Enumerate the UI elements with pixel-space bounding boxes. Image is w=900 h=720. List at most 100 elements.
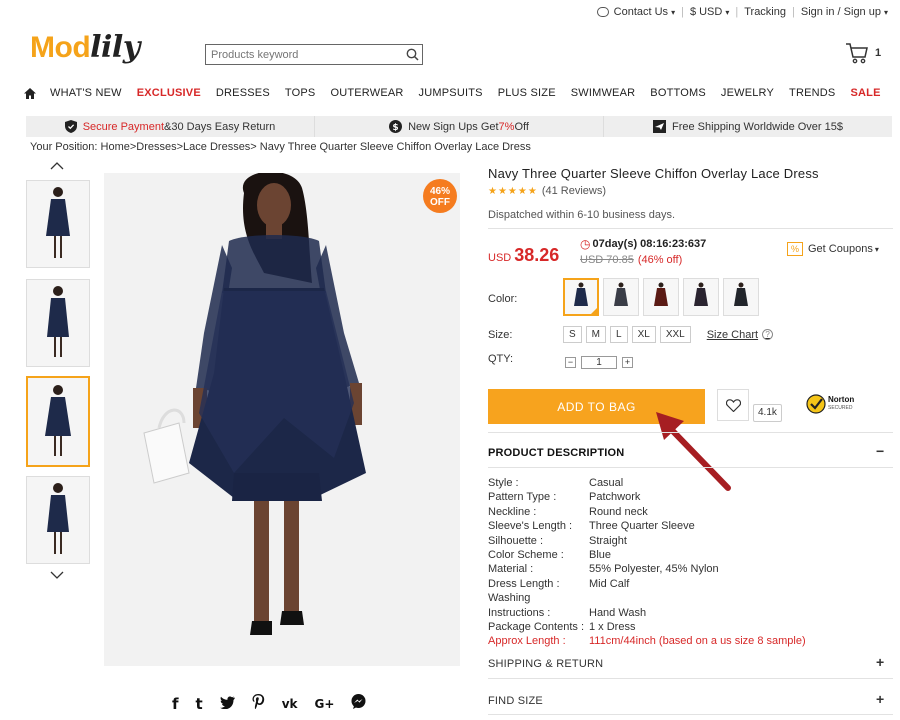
- product-rating[interactable]: ★★★★★ (41 Reviews): [488, 185, 606, 197]
- currency-selector[interactable]: $ USD: [690, 6, 722, 18]
- product-description-heading[interactable]: PRODUCT DESCRIPTION: [488, 447, 624, 459]
- spec-row-approx-length: Approx Length : 111cm/44inch (based on a …: [488, 634, 806, 648]
- reviews-count[interactable]: (41 Reviews): [542, 185, 606, 197]
- find-size-section[interactable]: FIND SIZE: [488, 695, 543, 707]
- search-icon[interactable]: [402, 45, 422, 64]
- spec-row: Sleeve's Length : Three Quarter Sleeve: [488, 519, 806, 533]
- product-thumbnail-1[interactable]: [26, 180, 90, 268]
- product-thumbnail-4[interactable]: [26, 476, 90, 564]
- breadcrumb[interactable]: Your Position: Home>Dresses>Lace Dresses…: [30, 141, 531, 153]
- nav-whats-new[interactable]: WHAT'S NEW: [50, 87, 122, 99]
- color-swatch-dark-purple[interactable]: [683, 278, 719, 316]
- logo-text-lily: lily: [90, 30, 140, 65]
- quantity-stepper: − 1 +: [565, 356, 633, 369]
- spec-value: Casual: [589, 477, 624, 489]
- qty-input[interactable]: 1: [581, 356, 617, 369]
- messenger-icon[interactable]: [351, 694, 366, 713]
- discount-text: (46% off): [637, 254, 683, 266]
- product-thumbnail-2[interactable]: [26, 279, 90, 367]
- nav-bottoms[interactable]: BOTTOMS: [650, 87, 706, 99]
- size-option-xl[interactable]: XL: [631, 326, 656, 343]
- size-option-xxl[interactable]: XXL: [659, 326, 691, 343]
- qty-label: QTY:: [488, 353, 514, 365]
- nav-exclusive[interactable]: EXCLUSIVE: [137, 87, 201, 99]
- size-option-m[interactable]: M: [585, 326, 607, 343]
- expand-icon[interactable]: +: [876, 654, 884, 670]
- color-swatch-black[interactable]: [723, 278, 759, 316]
- discount-badge-off: OFF: [430, 197, 450, 208]
- rating-stars: ★★★★★: [488, 185, 538, 197]
- promo-signup[interactable]: $ New Sign Ups Get 7% Off: [315, 116, 604, 137]
- pinterest-icon[interactable]: [252, 694, 265, 713]
- price-currency: USD: [488, 252, 512, 264]
- spec-row: Silhouette : Straight: [488, 534, 806, 548]
- norton-check-icon: [806, 394, 826, 414]
- color-swatches: [563, 278, 763, 316]
- spec-key: Color Scheme :: [488, 548, 564, 561]
- thumbnail-scroll-down[interactable]: [48, 571, 66, 583]
- spec-value: 1 x Dress: [589, 620, 636, 633]
- size-chart-label: Size Chart: [706, 328, 759, 341]
- spec-value: 111cm/44inch (based on a us size 8 sampl…: [589, 635, 806, 648]
- promo-signup-pct: 7%: [498, 120, 515, 133]
- expand-icon[interactable]: +: [876, 691, 884, 707]
- get-coupons-button[interactable]: % Get Coupons ▾: [787, 242, 879, 256]
- clock-icon: ◷: [580, 237, 591, 251]
- color-swatch-wine[interactable]: [643, 278, 679, 316]
- nav-plus-size[interactable]: PLUS SIZE: [498, 87, 556, 99]
- spec-row: Color Scheme : Blue: [488, 548, 806, 562]
- google-plus-icon[interactable]: G+: [315, 697, 335, 711]
- divider: |: [681, 6, 684, 18]
- nav-swimwear[interactable]: SWIMWEAR: [571, 87, 636, 99]
- promo-secure-payment[interactable]: Secure Payment &30 Days Easy Return: [26, 116, 315, 137]
- top-utility-bar: Contact Us ▾ | $ USD ▾ | Tracking | Sign i…: [596, 6, 888, 18]
- product-thumbnail-3[interactable]: [26, 376, 90, 467]
- nav-jewelry[interactable]: JEWELRY: [721, 87, 774, 99]
- thumbnail-scroll-up[interactable]: [48, 162, 66, 174]
- size-chart-link[interactable]: Size Chart?: [706, 328, 774, 341]
- contact-us-link[interactable]: Contact Us: [614, 6, 668, 18]
- home-icon[interactable]: [24, 87, 36, 99]
- color-swatch-navy[interactable]: [563, 278, 599, 316]
- norton-sub-label: SECURED: [828, 405, 853, 411]
- search-box: [205, 44, 423, 65]
- nav-tops[interactable]: TOPS: [285, 87, 316, 99]
- nav-jumpsuits[interactable]: JUMPSUITS: [419, 87, 483, 99]
- site-logo[interactable]: Modlily: [30, 30, 140, 65]
- qty-decrease-button[interactable]: −: [565, 357, 576, 368]
- facebook-icon[interactable]: f: [172, 695, 179, 713]
- nav-dresses[interactable]: DRESSES: [216, 87, 270, 99]
- promo-shipping[interactable]: Free Shipping Worldwide Over 15$: [604, 116, 892, 137]
- cart-button[interactable]: 1: [845, 42, 881, 64]
- nav-sale[interactable]: SALE: [850, 87, 880, 99]
- cart-count: 1: [875, 47, 882, 59]
- product-main-image[interactable]: 46% OFF: [104, 173, 460, 666]
- cart-icon: [846, 43, 868, 64]
- nav-trends[interactable]: TRENDS: [789, 87, 835, 99]
- qty-increase-button[interactable]: +: [622, 357, 633, 368]
- spec-value: Hand Wash: [589, 606, 647, 619]
- promo-shipping-text: Free Shipping Worldwide Over 15$: [672, 120, 843, 133]
- size-label: Size:: [488, 329, 513, 341]
- size-option-l[interactable]: L: [610, 326, 628, 343]
- signin-link[interactable]: Sign in / Sign up: [801, 6, 881, 18]
- spec-row: Dress Length : Mid Calf: [488, 577, 806, 591]
- shipping-return-section[interactable]: SHIPPING & RETURN: [488, 658, 603, 670]
- twitter-icon[interactable]: [219, 695, 235, 713]
- nav-outerwear[interactable]: OUTERWEAR: [330, 87, 403, 99]
- coupon-icon: %: [787, 242, 803, 256]
- spec-row: Instructions : Hand Wash: [488, 606, 806, 620]
- spec-row: Neckline : Round neck: [488, 505, 806, 519]
- spec-key: Sleeve's Length :: [488, 520, 573, 533]
- social-share-bar: f t vk G+: [172, 694, 383, 713]
- collapse-icon[interactable]: −: [876, 443, 884, 459]
- chevron-down-icon: [50, 571, 64, 579]
- color-swatch-grey[interactable]: [603, 278, 639, 316]
- chevron-down-icon: ▾: [883, 7, 888, 17]
- tumblr-icon[interactable]: t: [196, 695, 203, 713]
- search-input[interactable]: [206, 45, 402, 64]
- size-option-s[interactable]: S: [563, 326, 582, 343]
- discount-badge-pct: 46%: [429, 186, 450, 197]
- tracking-link[interactable]: Tracking: [744, 6, 786, 18]
- vk-icon[interactable]: vk: [282, 697, 298, 711]
